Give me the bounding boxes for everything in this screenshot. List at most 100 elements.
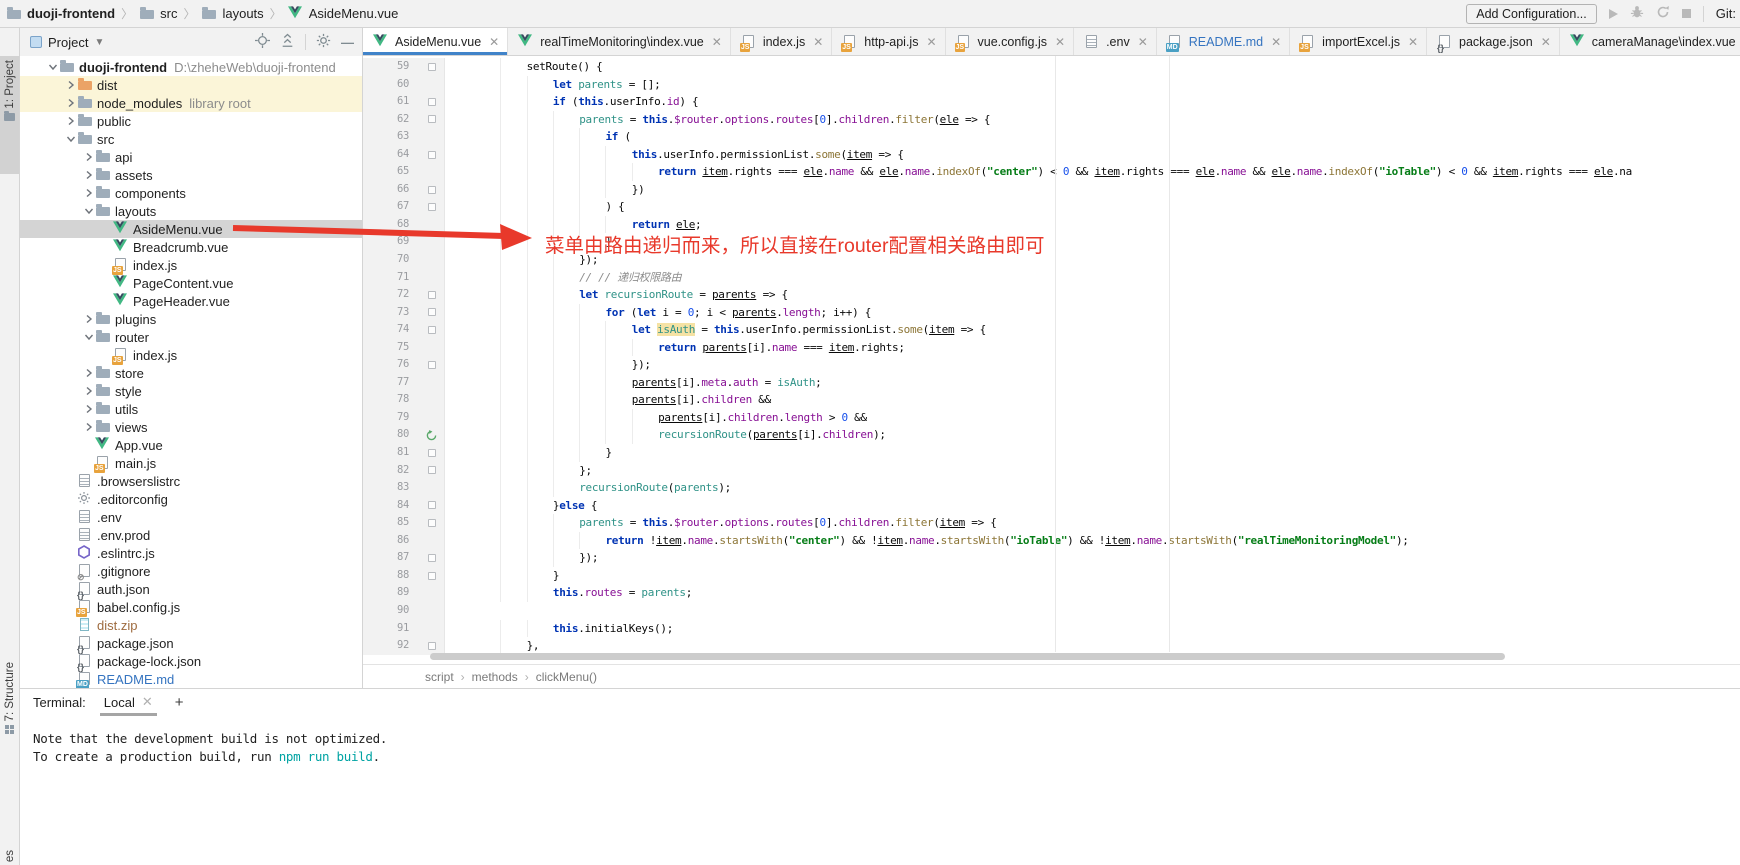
editor-tab-package-json[interactable]: {}package.json✕ [1427, 28, 1560, 55]
tree-item-router[interactable]: router [20, 328, 362, 346]
code-breadcrumb-script[interactable]: script [425, 670, 454, 684]
tree-item-breadcrumb-vue[interactable]: Breadcrumb.vue [20, 238, 362, 256]
git-menu[interactable]: Git: [1716, 6, 1736, 21]
tree-item-dist[interactable]: dist [20, 76, 362, 94]
tree-item-components[interactable]: components [20, 184, 362, 202]
gear-icon[interactable] [316, 33, 331, 51]
tree-item-src[interactable]: src [20, 130, 362, 148]
fold-marker-icon[interactable] [419, 549, 445, 567]
line-number[interactable]: 91 [363, 620, 419, 638]
tree-item-dist-zip[interactable]: dist.zip [20, 616, 362, 634]
tree-item-browserslistrc[interactable]: .browserslistrc [20, 472, 362, 490]
fold-marker-icon[interactable] [419, 497, 445, 515]
code-editor[interactable]: 59 setRoute() {60 let parents = [];61 if… [363, 56, 1740, 664]
fold-marker-icon[interactable] [419, 637, 445, 655]
chevron-right-icon[interactable] [82, 404, 95, 415]
line-number[interactable]: 75 [363, 339, 419, 357]
rerun-icon[interactable] [1656, 5, 1670, 22]
editor-tab-cameramanage-index-vue[interactable]: cameraManage\index.vue✕ [1560, 28, 1740, 55]
chevron-right-icon[interactable] [64, 80, 77, 91]
line-number[interactable]: 82 [363, 462, 419, 480]
close-icon[interactable]: ✕ [712, 35, 722, 49]
chevron-right-icon[interactable] [82, 422, 95, 433]
editor-tab-index-js[interactable]: JSindex.js✕ [731, 28, 832, 55]
tree-item-auth-json[interactable]: {}auth.json [20, 580, 362, 598]
tree-item-utils[interactable]: utils [20, 400, 362, 418]
chevron-right-icon[interactable] [64, 116, 77, 127]
fold-marker-icon[interactable] [419, 198, 445, 216]
close-icon[interactable]: ✕ [1541, 35, 1551, 49]
close-icon[interactable]: ✕ [1408, 35, 1418, 49]
line-number[interactable]: 61 [363, 93, 419, 111]
tree-item-pagecontent-vue[interactable]: PageContent.vue [20, 274, 362, 292]
code-breadcrumb-clickmenu[interactable]: clickMenu() [536, 670, 597, 684]
editor-tab-vue-config-js[interactable]: JSvue.config.js✕ [946, 28, 1075, 55]
fold-marker-icon[interactable] [419, 321, 445, 339]
tree-item-public[interactable]: public [20, 112, 362, 130]
line-number[interactable]: 80 [363, 426, 419, 444]
chevron-down-icon[interactable]: ▼ [94, 37, 104, 48]
close-icon[interactable]: ✕ [489, 35, 499, 49]
line-number[interactable]: 76 [363, 356, 419, 374]
tree-item-package-lock-json[interactable]: {}package-lock.json [20, 652, 362, 670]
fold-marker-icon[interactable] [419, 462, 445, 480]
tree-item-style[interactable]: style [20, 382, 362, 400]
chevron-right-icon[interactable] [82, 314, 95, 325]
line-number[interactable]: 81 [363, 444, 419, 462]
close-icon[interactable]: ✕ [1271, 35, 1281, 49]
editor-tab-realtimemonitoring-index-vue[interactable]: realTimeMonitoring\index.vue✕ [508, 28, 731, 55]
tree-item-plugins[interactable]: plugins [20, 310, 362, 328]
line-number[interactable]: 92 [363, 637, 419, 655]
chevron-right-icon[interactable] [82, 188, 95, 199]
tree-item-asidemenu-vue[interactable]: AsideMenu.vue [20, 220, 362, 238]
tool-window-tab-favorites[interactable]: es [0, 846, 19, 865]
fold-marker-icon[interactable] [419, 514, 445, 532]
line-number[interactable]: 77 [363, 374, 419, 392]
collapse-all-icon[interactable] [280, 33, 295, 51]
line-number[interactable]: 86 [363, 532, 419, 550]
line-number[interactable]: 68 [363, 216, 419, 234]
line-number[interactable]: 72 [363, 286, 419, 304]
tree-item-gitignore[interactable]: ⊘.gitignore [20, 562, 362, 580]
hide-panel-icon[interactable]: — [341, 35, 354, 50]
tree-item-env[interactable]: .env [20, 508, 362, 526]
recursion-gutter-icon[interactable] [419, 426, 445, 444]
line-number[interactable]: 88 [363, 567, 419, 585]
fold-marker-icon[interactable] [419, 286, 445, 304]
line-number[interactable]: 85 [363, 514, 419, 532]
tree-item-store[interactable]: store [20, 364, 362, 382]
line-number[interactable]: 59 [363, 58, 419, 76]
line-number[interactable]: 73 [363, 304, 419, 322]
line-number[interactable]: 74 [363, 321, 419, 339]
add-configuration-button[interactable]: Add Configuration... [1466, 4, 1597, 24]
breadcrumb-item-src[interactable]: src [139, 6, 177, 22]
fold-marker-icon[interactable] [419, 444, 445, 462]
chevron-down-icon[interactable] [46, 62, 59, 73]
breadcrumb-item-duoji-frontend[interactable]: duoji-frontend [6, 6, 115, 22]
chevron-down-icon[interactable] [82, 206, 95, 217]
line-number[interactable]: 79 [363, 409, 419, 427]
stop-icon[interactable] [1682, 9, 1691, 18]
line-number[interactable]: 90 [363, 602, 419, 620]
tree-item-package-json[interactable]: {}package.json [20, 634, 362, 652]
tree-item-babel-config-js[interactable]: JSbabel.config.js [20, 598, 362, 616]
tree-item-pageheader-vue[interactable]: PageHeader.vue [20, 292, 362, 310]
horizontal-scrollbar[interactable] [430, 653, 1505, 660]
close-icon[interactable]: ✕ [813, 35, 823, 49]
tool-window-tab-structure[interactable]: 7: Structure [0, 658, 19, 788]
line-number[interactable]: 67 [363, 198, 419, 216]
close-icon[interactable]: ✕ [926, 35, 936, 49]
editor-tab-importexcel-js[interactable]: JSimportExcel.js✕ [1290, 28, 1427, 55]
editor-tab-asidemenu-vue[interactable]: AsideMenu.vue✕ [363, 28, 508, 55]
run-icon[interactable] [1609, 9, 1618, 19]
tree-item-assets[interactable]: assets [20, 166, 362, 184]
tree-item-eslintrc-js[interactable]: .eslintrc.js [20, 544, 362, 562]
line-number[interactable]: 62 [363, 111, 419, 129]
line-number[interactable]: 71 [363, 269, 419, 287]
tree-item-readme-md[interactable]: MDREADME.md [20, 670, 362, 688]
fold-marker-icon[interactable] [419, 146, 445, 164]
line-number[interactable]: 83 [363, 479, 419, 497]
tree-item-index-js[interactable]: JSindex.js [20, 346, 362, 364]
fold-marker-icon[interactable] [419, 58, 445, 76]
line-number[interactable]: 87 [363, 549, 419, 567]
